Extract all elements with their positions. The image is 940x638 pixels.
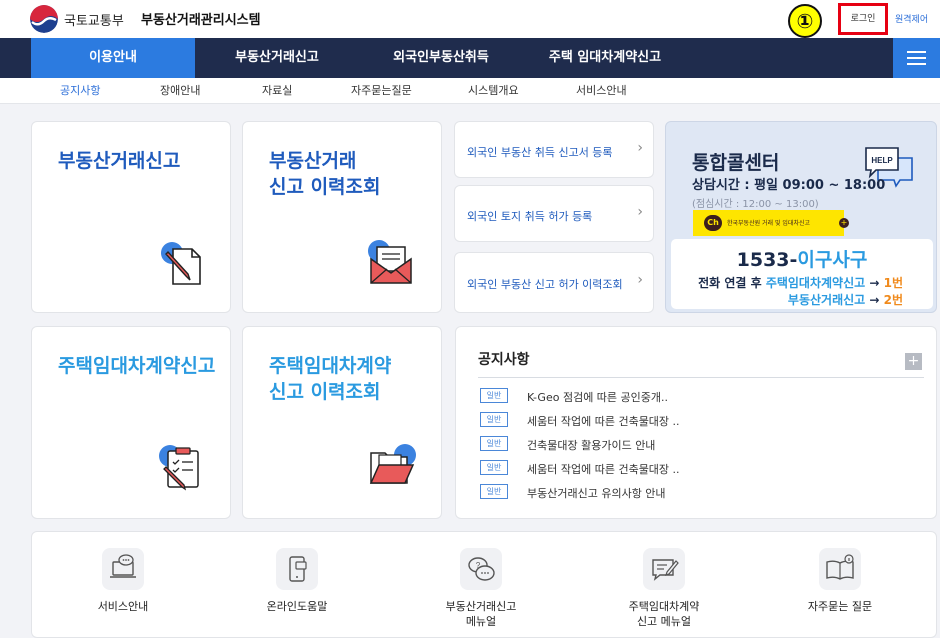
- card-real-estate-report[interactable]: 부동산거래신고: [31, 121, 231, 313]
- kakao-channel-label: 한국부동산원 거래 및 임대차신고: [727, 220, 811, 227]
- quick-link-label: 온라인도움말: [266, 600, 328, 613]
- link-label: 외국인 부동산 신고 허가 이력조회: [467, 278, 623, 291]
- notice-item[interactable]: 일반 K-Geo 점검에 따른 공인중개..: [480, 387, 920, 405]
- call-option-lease: 전화 연결 후 주택임대차계약신고 → 1번: [698, 276, 903, 290]
- annotation-marker: ①: [788, 4, 822, 38]
- quick-link-service-guide[interactable]: 서비스안내: [53, 532, 193, 637]
- envelope-letter-icon: [368, 240, 412, 284]
- notice-item[interactable]: 일반 세움터 작업에 따른 건축물대장 ..: [480, 459, 920, 477]
- clipboard-checklist-icon: [159, 445, 199, 491]
- card-lease-report[interactable]: 주택임대차계약신고: [31, 326, 231, 519]
- kakao-channel-button[interactable]: Ch 한국부동산원 거래 및 임대차신고 +: [693, 210, 849, 236]
- category-badge: 일반: [480, 460, 508, 475]
- quick-link-label: 서비스안내: [97, 600, 149, 613]
- call-center-panel: 통합콜센터 HELP 상담시간 : 평일 09:00 ~ 18:00 (점심시간…: [665, 121, 937, 313]
- call-center-phone-box: 1533-이구사구 전화 연결 후 주택임대차계약신고 → 1번 부동산거래신고…: [671, 239, 933, 309]
- login-button[interactable]: 로그인: [838, 3, 888, 35]
- document-pen-icon: [161, 242, 201, 285]
- category-badge: 일반: [480, 484, 508, 499]
- subnav-outage[interactable]: 장애안내: [160, 78, 200, 104]
- chevron-right-icon: ›: [637, 272, 643, 288]
- call-center-hours: 상담시간 : 평일 09:00 ~ 18:00: [692, 178, 886, 193]
- bottom-quick-links: 서비스안내 온라인도움말 ? 부동산거래신고 메뉴얼 주택임대차계약 신고 메뉴…: [31, 531, 937, 638]
- notice-item[interactable]: 일반 부동산거래신고 유의사항 안내: [480, 483, 920, 501]
- card-report-history[interactable]: 부동산거래 신고 이력조회: [242, 121, 442, 313]
- quick-link-online-help[interactable]: 온라인도움말: [227, 532, 367, 637]
- notice-item[interactable]: 일반 건축물대장 활용가이드 안내: [480, 435, 920, 453]
- card-title: 주택임대차계약 신고 이력조회: [269, 355, 392, 403]
- category-badge: 일반: [480, 412, 508, 427]
- notice-item[interactable]: 일반 세움터 작업에 따른 건축물대장 ..: [480, 411, 920, 429]
- quick-link-label: 자주묻는 질문: [807, 600, 873, 613]
- subnav-faq[interactable]: 자주묻는질문: [351, 78, 412, 104]
- call-option-real-estate: 부동산거래신고 → 2번: [787, 293, 903, 307]
- subnav-system-overview[interactable]: 시스템개요: [468, 78, 519, 104]
- call-center-title: 통합콜센터: [692, 152, 780, 174]
- call-center-lunch-break: (점심시간 : 12:00 ~ 13:00): [692, 199, 819, 210]
- chat-pen-icon: [643, 548, 685, 590]
- link-foreign-land-permit[interactable]: 외국인 토지 취득 허가 등록 ›: [454, 185, 654, 242]
- nav-real-estate-report[interactable]: 부동산거래신고: [195, 38, 359, 78]
- subnav-notice[interactable]: 공지사항: [60, 78, 100, 104]
- link-label: 외국인 토지 취득 허가 등록: [467, 210, 593, 223]
- notice-item-text: 세움터 작업에 따른 건축물대장 ..: [527, 463, 680, 476]
- notice-item-text: 부동산거래신고 유의사항 안내: [527, 487, 666, 500]
- sub-nav: 공지사항 장애안내 자료실 자주묻는질문 시스템개요 서비스안내: [0, 78, 940, 104]
- nav-usage-guide[interactable]: 이용안내: [31, 38, 195, 78]
- card-lease-history[interactable]: 주택임대차계약 신고 이력조회: [242, 326, 442, 519]
- top-bar: 국토교통부 부동산거래관리시스템 ① 로그인 원격제어: [0, 0, 940, 38]
- card-title: 부동산거래신고: [58, 150, 181, 172]
- notice-item-text: K-Geo 점검에 따른 공인중개..: [527, 391, 669, 404]
- svg-text:?: ?: [476, 561, 481, 570]
- help-bubble-text: HELP: [871, 156, 893, 165]
- quick-link-label: 주택임대차계약 신고 메뉴얼: [628, 600, 700, 628]
- category-badge: 일반: [480, 388, 508, 403]
- chat-question-icon: ?: [460, 548, 502, 590]
- link-foreign-acquisition-report[interactable]: 외국인 부동산 취득 신고서 등록 ›: [454, 121, 654, 178]
- open-folder-icon: [369, 444, 416, 484]
- main-nav: 이용안내 부동산거래신고 외국인부동산취득 주택 임대차계약신고: [0, 38, 940, 78]
- book-info-icon: [819, 548, 861, 590]
- chevron-right-icon: ›: [637, 204, 643, 220]
- quick-link-label: 부동산거래신고 메뉴얼: [445, 600, 517, 628]
- category-badge: 일반: [480, 436, 508, 451]
- plus-icon: +: [839, 218, 849, 228]
- link-foreign-permit-history[interactable]: 외국인 부동산 신고 허가 이력조회 ›: [454, 252, 654, 313]
- quick-link-real-estate-manual[interactable]: ? 부동산거래신고 메뉴얼: [411, 532, 551, 637]
- notice-title: 공지사항: [478, 352, 530, 368]
- system-name: 부동산거래관리시스템: [141, 13, 261, 28]
- subnav-library[interactable]: 자료실: [262, 78, 292, 104]
- government-logo-icon[interactable]: [30, 5, 58, 33]
- laptop-chat-icon: [102, 548, 144, 590]
- nav-lease-report[interactable]: 주택 임대차계약신고: [523, 38, 687, 78]
- notice-item-text: 세움터 작업에 따른 건축물대장 ..: [527, 415, 680, 428]
- remote-control-link[interactable]: 원격제어: [895, 12, 928, 25]
- ministry-name: 국토교통부: [64, 14, 124, 29]
- divider: [478, 377, 924, 378]
- chevron-right-icon: ›: [637, 140, 643, 156]
- menu-hamburger-icon[interactable]: [893, 38, 940, 78]
- link-label: 외국인 부동산 취득 신고서 등록: [467, 146, 613, 159]
- quick-link-faq[interactable]: 자주묻는 질문: [770, 532, 910, 637]
- notice-more-plus-icon[interactable]: +: [905, 353, 922, 370]
- quick-link-lease-manual[interactable]: 주택임대차계약 신고 메뉴얼: [594, 532, 734, 637]
- notice-item-text: 건축물대장 활용가이드 안내: [527, 439, 656, 452]
- nav-foreign-acquisition[interactable]: 외국인부동산취득: [359, 38, 523, 78]
- card-title: 부동산거래 신고 이력조회: [269, 150, 381, 198]
- subnav-service-guide[interactable]: 서비스안내: [576, 78, 627, 104]
- call-center-phone: 1533-이구사구: [736, 249, 868, 271]
- notice-panel: 공지사항 + 일반 K-Geo 점검에 따른 공인중개.. 일반 세움터 작업에…: [455, 326, 937, 519]
- kakao-channel-icon: Ch: [704, 215, 722, 231]
- mobile-help-icon: [276, 548, 318, 590]
- card-title: 주택임대차계약신고: [58, 355, 216, 377]
